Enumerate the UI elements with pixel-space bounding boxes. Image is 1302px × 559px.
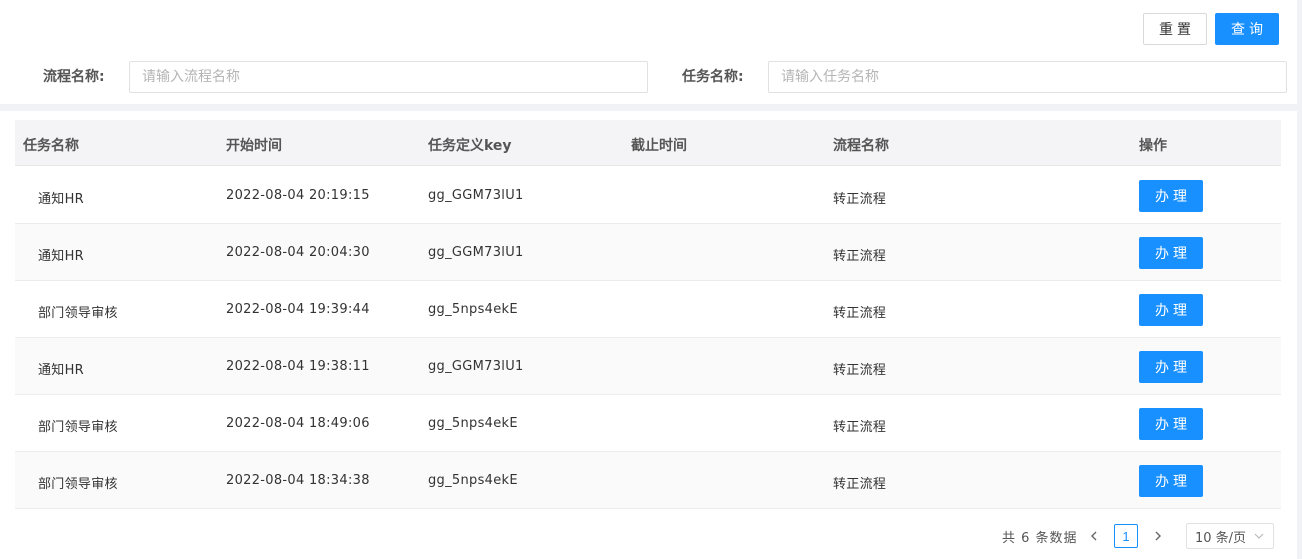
cell-task-name: 部门领导审核 (38, 420, 118, 435)
cell-task-name: 通知HR (38, 249, 85, 264)
cell-start-time: 2022-08-04 18:49:06 (226, 416, 370, 431)
handle-button[interactable]: 办理 (1139, 351, 1203, 383)
cell-start-time: 2022-08-04 19:39:44 (226, 302, 370, 317)
table-header: 任务名称 开始时间 任务定义key 截止时间 流程名称 操作 (15, 120, 1281, 166)
cell-process-name: 转正流程 (833, 192, 887, 207)
process-name-label: 流程名称: (43, 69, 105, 85)
header-process-name: 流程名称 (833, 138, 889, 154)
reset-button[interactable]: 重置 (1143, 13, 1207, 45)
cell-process-name: 转正流程 (833, 477, 887, 492)
table-row: 通知HR 2022-08-04 20:19:15 gg_GGM73lU1 转正流程 办理 (15, 167, 1281, 224)
cell-start-time: 2022-08-04 20:19:15 (226, 188, 370, 203)
handle-button[interactable]: 办理 (1139, 180, 1203, 212)
process-name-input[interactable] (129, 61, 648, 93)
cell-process-name: 转正流程 (833, 306, 887, 321)
cell-start-time: 2022-08-04 20:04:30 (226, 245, 370, 260)
search-panel: 重置 查询 流程名称: 任务名称: (0, 0, 1297, 104)
cell-start-time: 2022-08-04 18:34:38 (226, 473, 370, 488)
cell-process-name: 转正流程 (833, 420, 887, 435)
task-table-panel: 任务名称 开始时间 任务定义key 截止时间 流程名称 操作 通知HR 2022-… (0, 111, 1297, 559)
cell-task-key: gg_5nps4ekE (428, 302, 518, 317)
cell-task-key: gg_GGM73lU1 (428, 359, 524, 374)
handle-button[interactable]: 办理 (1139, 237, 1203, 269)
cell-task-name: 部门领导审核 (38, 306, 118, 321)
header-task-name: 任务名称 (23, 138, 79, 154)
table-row: 部门领导审核 2022-08-04 18:49:06 gg_5nps4ekE 转正流程… (15, 395, 1281, 452)
task-name-input[interactable] (768, 61, 1287, 93)
cell-task-key: gg_5nps4ekE (428, 416, 518, 431)
cell-task-name: 通知HR (38, 192, 85, 207)
cell-task-key: gg_GGM73lU1 (428, 188, 524, 203)
page-size-value: 10 条/页 (1195, 530, 1247, 546)
table-row: 通知HR 2022-08-04 19:38:11 gg_GGM73lU1 转正流程 办理 (15, 338, 1281, 395)
cell-task-name: 部门领导审核 (38, 477, 118, 492)
cell-process-name: 转正流程 (833, 249, 887, 264)
pagination-page-current[interactable]: 1 (1114, 524, 1138, 548)
chevron-left-icon[interactable] (1084, 526, 1104, 546)
header-task-key: 任务定义key (428, 138, 512, 154)
header-deadline: 截止时间 (631, 138, 687, 154)
page-size-select[interactable]: 10 条/页 (1186, 523, 1274, 549)
handle-button[interactable]: 办理 (1139, 294, 1203, 326)
handle-button[interactable]: 办理 (1139, 465, 1203, 497)
pagination-total: 共 6 条数据 (1002, 531, 1078, 546)
cell-task-key: gg_5nps4ekE (428, 473, 518, 488)
chevron-down-icon (1254, 533, 1264, 539)
cell-task-key: gg_GGM73lU1 (428, 245, 524, 260)
cell-task-name: 通知HR (38, 363, 85, 378)
chevron-right-icon[interactable] (1148, 526, 1168, 546)
table-row: 通知HR 2022-08-04 20:04:30 gg_GGM73lU1 转正流程 办理 (15, 224, 1281, 281)
header-actions: 操作 (1139, 138, 1167, 154)
cell-process-name: 转正流程 (833, 363, 887, 378)
header-start-time: 开始时间 (226, 138, 282, 154)
handle-button[interactable]: 办理 (1139, 408, 1203, 440)
table-row: 部门领导审核 2022-08-04 18:34:38 gg_5nps4ekE 转正流程… (15, 452, 1281, 509)
query-button[interactable]: 查询 (1215, 13, 1279, 45)
table-row: 部门领导审核 2022-08-04 19:39:44 gg_5nps4ekE 转正流程… (15, 281, 1281, 338)
cell-start-time: 2022-08-04 19:38:11 (226, 359, 370, 374)
task-name-label: 任务名称: (682, 69, 744, 85)
